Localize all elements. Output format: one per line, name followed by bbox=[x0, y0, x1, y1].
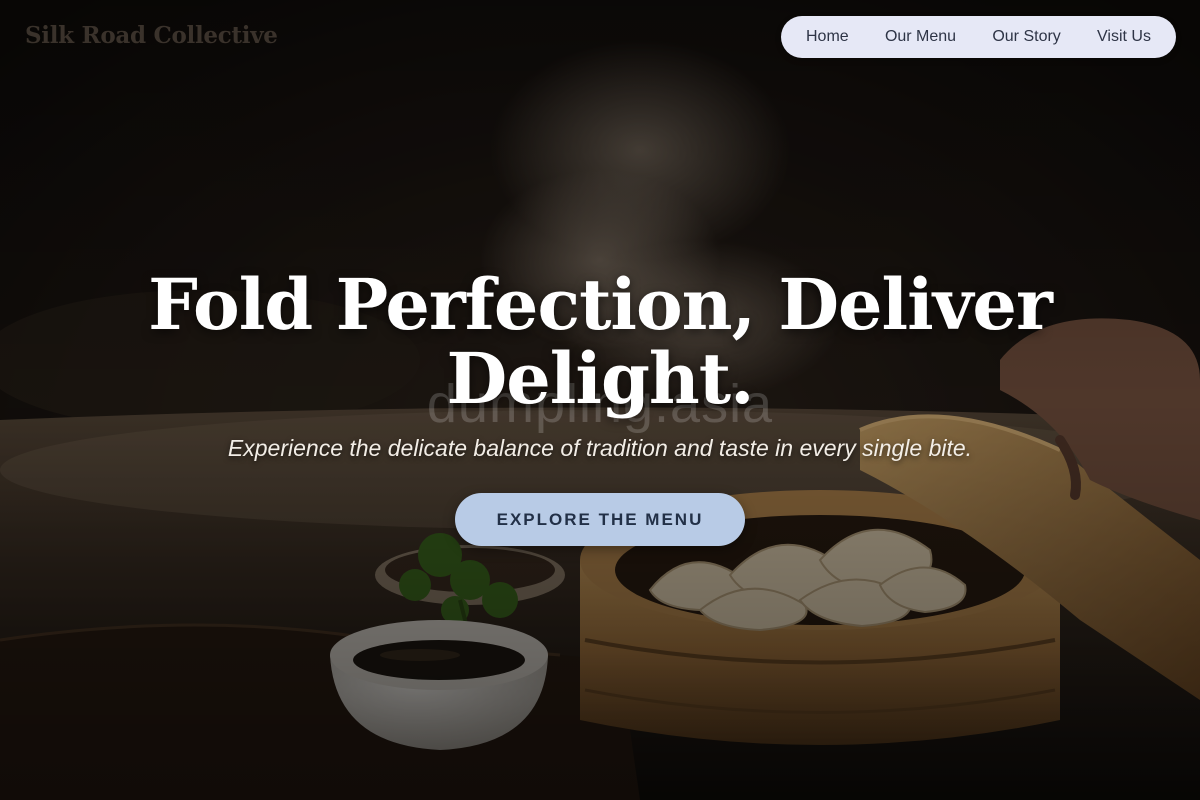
nav-item-home[interactable]: Home bbox=[806, 28, 849, 46]
brand-logo-text[interactable]: Silk Road Collective bbox=[25, 22, 278, 49]
nav-item-our-menu[interactable]: Our Menu bbox=[885, 28, 956, 46]
hero-headline-line-1: Fold Perfection, Deliver bbox=[148, 263, 1053, 346]
hero-tagline: Experience the delicate balance of tradi… bbox=[227, 435, 973, 461]
main-nav: Home Our Menu Our Story Visit Us bbox=[781, 16, 1176, 58]
hero-headline: Fold Perfection, Deliver Delight. bbox=[0, 268, 1200, 416]
hero-section: Fold Perfection, Deliver Delight. bbox=[0, 268, 1200, 416]
hero-headline-line-2: Delight. bbox=[446, 337, 755, 420]
nav-item-our-story[interactable]: Our Story bbox=[992, 28, 1060, 46]
explore-menu-button[interactable]: EXPLORE THE MENU bbox=[455, 493, 745, 546]
nav-item-visit-us[interactable]: Visit Us bbox=[1097, 28, 1151, 46]
